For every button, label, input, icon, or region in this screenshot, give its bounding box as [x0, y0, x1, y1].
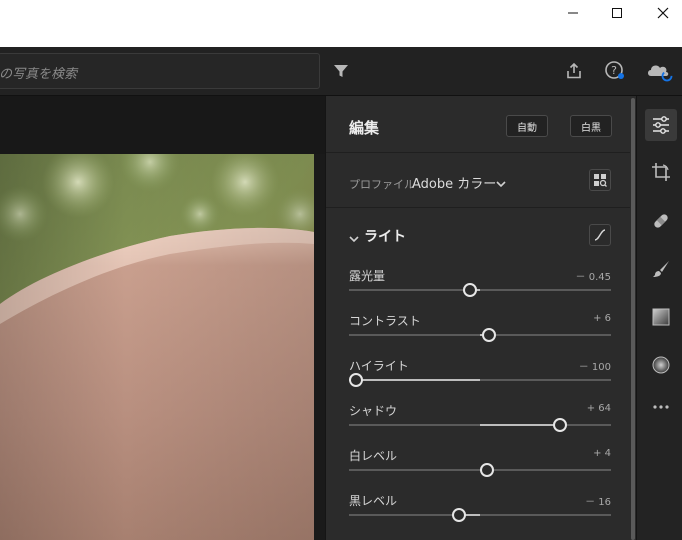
- close-button[interactable]: [640, 0, 682, 26]
- slider-label: 露光量: [349, 269, 386, 283]
- slider-track[interactable]: [349, 289, 611, 291]
- share-icon[interactable]: [563, 60, 585, 82]
- slider-value[interactable]: + 4: [593, 448, 611, 459]
- slider-knob[interactable]: [462, 283, 477, 297]
- slider-track[interactable]: [349, 514, 611, 516]
- divider: [326, 152, 631, 153]
- profile-label: プロファイル: [349, 178, 415, 191]
- collapse-chevron-icon[interactable]: [348, 230, 360, 249]
- slider-label: シャドウ: [349, 404, 398, 418]
- top-toolbar: の写真を検索 ?: [0, 47, 682, 96]
- edit-panel: 編集 自動 白黒 プロファイル Adobe カラー ライト 露光量 － 0.45 コ…: [325, 96, 631, 540]
- slider-fill: [349, 379, 480, 381]
- slider-value[interactable]: + 6: [593, 313, 611, 324]
- brush-icon[interactable]: [645, 253, 677, 285]
- grid-search-icon: [594, 174, 607, 187]
- minimize-icon: [568, 12, 578, 14]
- slider-label: 白レベル: [349, 449, 398, 463]
- close-icon: [657, 7, 669, 19]
- window-title-bar: [0, 0, 682, 47]
- edit-sliders-icon[interactable]: [645, 109, 677, 141]
- slider-fill: [480, 424, 560, 426]
- slider-row: 露光量 － 0.45: [349, 267, 611, 307]
- more-icon[interactable]: [645, 391, 677, 423]
- maximize-button[interactable]: [594, 0, 640, 26]
- slider-value[interactable]: － 100: [579, 358, 611, 373]
- linear-gradient-icon[interactable]: [645, 301, 677, 333]
- tone-curve-button[interactable]: [589, 224, 611, 246]
- auto-button[interactable]: 自動: [506, 115, 548, 137]
- divider: [326, 207, 631, 208]
- profile-browser-button[interactable]: [589, 169, 611, 191]
- slider-knob[interactable]: [349, 373, 363, 387]
- slider-knob[interactable]: [482, 328, 497, 342]
- slider-label: ハイライト: [349, 359, 409, 373]
- healing-icon[interactable]: [645, 205, 677, 237]
- profile-dropdown[interactable]: Adobe カラー: [412, 173, 496, 192]
- slider-value[interactable]: － 0.45: [576, 268, 611, 283]
- bw-button[interactable]: 白黒: [570, 115, 612, 137]
- slider-row: 黒レベル － 16: [349, 492, 611, 532]
- slider-knob[interactable]: [452, 508, 467, 522]
- search-input[interactable]: の写真を検索: [0, 53, 320, 89]
- filter-icon[interactable]: [330, 60, 352, 82]
- scrollbar-thumb[interactable]: [631, 98, 635, 540]
- chevron-down-icon[interactable]: [495, 175, 507, 194]
- cloud-sync-icon[interactable]: [646, 60, 674, 82]
- slider-knob[interactable]: [479, 463, 494, 477]
- slider-value[interactable]: + 64: [587, 403, 611, 414]
- slider-row: 白レベル + 4: [349, 447, 611, 487]
- slider-row: ハイライト － 100: [349, 357, 611, 397]
- photo-canvas[interactable]: [0, 96, 325, 540]
- slider-value[interactable]: － 16: [585, 493, 611, 508]
- canvas-margin: [0, 96, 325, 154]
- slider-label: コントラスト: [349, 314, 421, 328]
- radial-gradient-icon[interactable]: [645, 349, 677, 381]
- photo-image: [0, 154, 314, 540]
- slider-row: コントラスト + 6: [349, 312, 611, 352]
- maximize-icon: [612, 8, 622, 18]
- slider-label: 黒レベル: [349, 494, 398, 508]
- minimize-button[interactable]: [550, 0, 596, 26]
- slider-row: シャドウ + 64: [349, 402, 611, 442]
- tool-rail: [636, 96, 682, 540]
- panel-title: 編集: [349, 119, 380, 137]
- search-placeholder: の写真を検索: [0, 67, 78, 82]
- section-title-light[interactable]: ライト: [364, 226, 406, 246]
- crop-icon[interactable]: [645, 156, 677, 188]
- curve-icon: [594, 229, 606, 241]
- svg-text:?: ?: [611, 64, 617, 77]
- slider-knob[interactable]: [552, 418, 567, 432]
- help-icon[interactable]: ?: [604, 60, 626, 82]
